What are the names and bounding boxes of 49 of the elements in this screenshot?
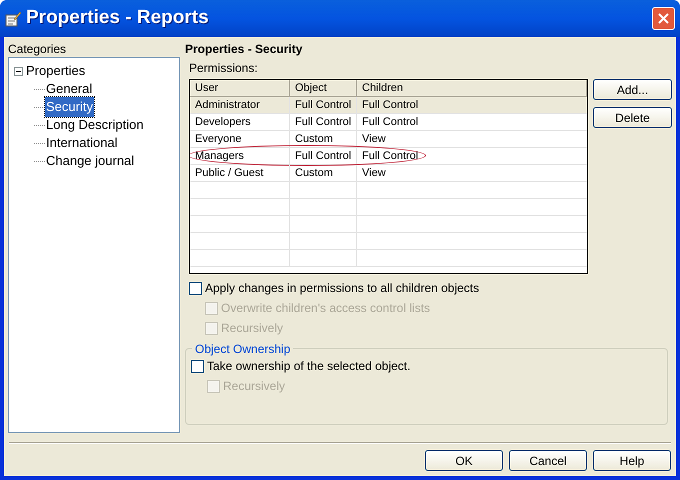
tree-item[interactable]: International — [45, 133, 119, 153]
table-cell: Managers — [190, 148, 290, 164]
table-cell-text: Full Control — [361, 98, 420, 113]
dialog-button[interactable]: Cancel — [509, 450, 587, 471]
tree-item[interactable]: General — [45, 79, 94, 99]
dialog-button[interactable]: Delete — [593, 107, 672, 128]
checkbox[interactable] — [189, 282, 202, 294]
table-cell: Full Control — [290, 148, 357, 164]
close-button[interactable] — [652, 7, 675, 30]
table-cell-text: Full Control — [361, 148, 420, 164]
table-cell-text: View — [361, 132, 387, 147]
column-header[interactable]: Children — [357, 80, 587, 96]
table-cell-text: Full Control — [361, 114, 420, 130]
table-cell: Custom — [290, 165, 357, 181]
table-cell: Everyone — [190, 131, 290, 147]
table-cell-text: View — [361, 166, 387, 181]
categories-label: Categories — [8, 41, 68, 57]
table-cell: Full Control — [290, 97, 357, 113]
table-cell: Developers — [190, 114, 290, 130]
table-cell: Administrator — [190, 97, 290, 113]
column-header[interactable]: Object — [290, 80, 357, 96]
permissions-label: Permissions: — [188, 60, 259, 77]
dialog-button[interactable]: Help — [593, 450, 671, 471]
tree-item[interactable]: Change journal — [45, 151, 136, 171]
column-header[interactable]: User — [190, 80, 290, 96]
tree-item[interactable]: Properties — [25, 61, 86, 81]
properties-icon — [5, 10, 21, 26]
table-cell: Full Control — [290, 114, 357, 130]
table-row[interactable]: Managers Full Control Full Control — [190, 148, 587, 165]
table-cell: Custom — [290, 131, 357, 147]
tree-item[interactable]: Security — [45, 97, 94, 117]
dialog-button[interactable]: Add... — [593, 79, 672, 100]
table-row[interactable]: Everyone Custom View — [190, 131, 587, 148]
checkbox-label: Overwrite children's access control lists — [221, 300, 430, 317]
close-icon — [658, 13, 669, 24]
checkbox-label: Recursively — [221, 320, 284, 337]
dialog-button[interactable]: OK — [425, 450, 503, 471]
window-title: Properties - Reports — [26, 6, 210, 30]
collapse-toggle[interactable] — [14, 66, 23, 76]
table-row[interactable]: Administrator Full Control Full Control — [190, 97, 587, 114]
table-row[interactable]: Developers Full Control Full Control — [190, 114, 587, 131]
checkbox-label: Apply changes in permissions to all children objects — [205, 280, 480, 297]
table-row[interactable]: Public / Guest Custom View — [190, 165, 587, 182]
tree-item[interactable]: Long Description — [45, 115, 145, 135]
checkbox-label: Recursively — [223, 378, 286, 395]
table-cell: Public / Guest — [190, 165, 290, 181]
checkbox[interactable] — [191, 360, 204, 372]
checkbox-label: Take ownership of the selected object. — [207, 358, 410, 375]
section-title: Properties - Security — [185, 41, 304, 58]
